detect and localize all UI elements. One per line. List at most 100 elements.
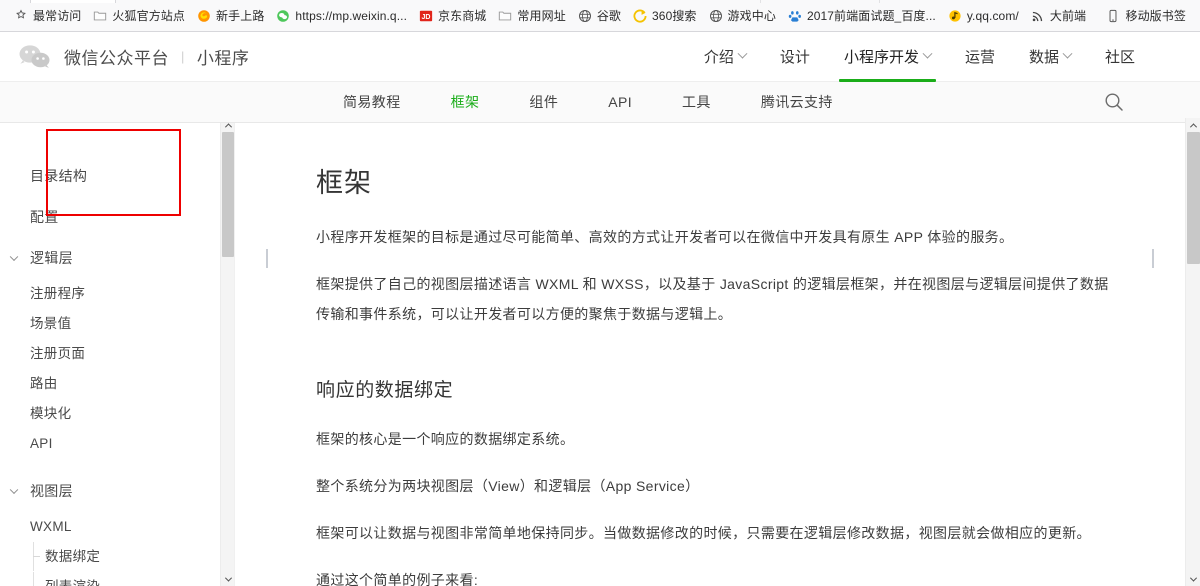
- page-body: 目录结构 配置 逻辑层 注册程序 场景值 注册页面 路由 模块化 API 视图层: [0, 123, 1200, 586]
- bookmark-qq-music[interactable]: y.qq.com/: [942, 4, 1025, 28]
- intro-paragraph-1: 小程序开发框架的目标是通过尽可能简单、高效的方式让开发者可以在微信中开发具有原生…: [316, 222, 1116, 252]
- star-icon: [14, 9, 28, 23]
- chevron-down-icon: [224, 574, 231, 581]
- bookmark-common-sites[interactable]: 常用网址: [492, 4, 571, 28]
- sidebar-item-label: 注册页面: [30, 347, 85, 361]
- globe-icon: [709, 9, 723, 23]
- sidebar-item-label: 视图层: [30, 484, 73, 498]
- sidebar-item-wxml[interactable]: WXML: [0, 512, 234, 541]
- bookmark-label: 移动版书签: [1125, 7, 1186, 24]
- sub-nav-item-api[interactable]: API: [583, 94, 657, 110]
- baidu-icon: [788, 9, 802, 23]
- bookmark-label: 火狐官方站点: [112, 7, 185, 24]
- sub-nav-item-components[interactable]: 组件: [504, 92, 583, 112]
- globe-icon: [578, 9, 592, 23]
- firefox-icon: [197, 9, 211, 23]
- site-header: 微信公众平台 | 小程序 介绍 设计 小程序开发 运营 数据 社区: [0, 32, 1200, 82]
- sub-nav-item-tutorial[interactable]: 简易教程: [318, 92, 426, 112]
- section-title-data-binding: 响应的数据绑定: [316, 375, 1116, 402]
- bookmark-newbie-guide[interactable]: 新手上路: [191, 4, 270, 28]
- bookmark-firefox-official[interactable]: 火狐官方站点: [87, 4, 191, 28]
- doc-article: 框架 小程序开发框架的目标是通过尽可能简单、高效的方式让开发者可以在微信中开发具…: [236, 123, 1186, 586]
- sidebar-item-config[interactable]: 配置: [0, 202, 234, 231]
- sidebar-item-label: 路由: [30, 377, 58, 391]
- sidebar-item-directory-structure[interactable]: 目录结构: [0, 161, 234, 190]
- chevron-left-icon: [266, 249, 268, 268]
- bookmark-label: 新手上路: [216, 7, 264, 24]
- main-nav: 介绍 设计 小程序开发 运营 数据 社区: [687, 32, 1152, 82]
- nav-item-label: 小程序开发: [844, 46, 919, 67]
- bookmark-most-visited[interactable]: 最常访问: [8, 4, 87, 28]
- nav-item-community[interactable]: 社区: [1088, 32, 1152, 82]
- browser-tab-inactive[interactable]: [760, 0, 880, 3]
- brand-name: 微信公众平台: [64, 44, 169, 69]
- sub-nav-item-framework[interactable]: 框架: [426, 92, 505, 112]
- sidebar-item-label: 场景值: [30, 317, 71, 331]
- bookmark-label: 游戏中心: [728, 7, 776, 24]
- sidebar-group-logic-layer[interactable]: 逻辑层: [0, 243, 234, 272]
- nav-item-miniprogram-dev[interactable]: 小程序开发: [827, 32, 948, 82]
- sidebar-item-label: 目录结构: [30, 169, 87, 183]
- sub-nav-item-tencent-cloud[interactable]: 腾讯云支持: [736, 92, 858, 112]
- sidebar-group-view-layer[interactable]: 视图层: [0, 476, 234, 505]
- bookmark-game-center[interactable]: 游戏中心: [703, 4, 782, 28]
- sidebar-item-label: 注册程序: [30, 287, 85, 301]
- sidebar-scroll-thumb[interactable]: [222, 132, 234, 257]
- page-scroll-thumb[interactable]: [1187, 132, 1200, 264]
- nav-item-design[interactable]: 设计: [763, 32, 827, 82]
- sidebar-item-scene-value[interactable]: 场景值: [0, 309, 234, 338]
- prev-page-arrow[interactable]: [266, 251, 292, 277]
- browser-tab-active[interactable]: [30, 0, 116, 3]
- nav-item-data[interactable]: 数据: [1012, 32, 1088, 82]
- page-scroll-up-button[interactable]: [1186, 118, 1200, 132]
- nav-item-operations[interactable]: 运营: [948, 32, 1012, 82]
- sidebar-item-register-app[interactable]: 注册程序: [0, 279, 234, 308]
- bookmark-label: 常用网址: [517, 7, 565, 24]
- bookmark-baidu-interview[interactable]: 2017前端面试题_百度...: [782, 4, 942, 28]
- bookmark-mp-weixin[interactable]: https://mp.weixin.q...: [270, 4, 413, 28]
- sub-nav-item-tools[interactable]: 工具: [657, 92, 736, 112]
- bookmark-google[interactable]: 谷歌: [572, 4, 627, 28]
- brand-separator: |: [181, 49, 185, 64]
- brand[interactable]: 微信公众平台 | 小程序: [18, 43, 249, 71]
- 360-icon: [633, 9, 647, 23]
- section-paragraph-3: 框架可以让数据与视图非常简单地保持同步。当做数据修改的时候，只需要在逻辑层修改数…: [316, 518, 1116, 548]
- bookmark-label: 360搜索: [652, 7, 697, 24]
- qqmusic-icon: [948, 9, 962, 23]
- folder-icon: [93, 9, 107, 23]
- sidebar-item-data-binding[interactable]: 数据绑定: [0, 542, 234, 571]
- sidebar-item-register-page[interactable]: 注册页面: [0, 339, 234, 368]
- rss-icon: [1031, 9, 1045, 23]
- sidebar-item-label: 逻辑层: [30, 251, 73, 265]
- scroll-up-button[interactable]: [221, 123, 235, 132]
- next-page-arrow[interactable]: [1152, 251, 1178, 277]
- bookmark-jd-mall[interactable]: JD 京东商城: [413, 4, 492, 28]
- bookmark-daqianduan[interactable]: 大前端: [1025, 4, 1092, 28]
- chevron-down-icon: [1190, 574, 1197, 581]
- sidebar-item-list-rendering[interactable]: 列表渲染: [0, 572, 234, 586]
- product-name: 小程序: [197, 44, 250, 69]
- sidebar-item-label: 列表渲染: [45, 580, 100, 586]
- wechat-logo: [18, 43, 52, 71]
- nav-item-label: 数据: [1029, 46, 1059, 67]
- page-scrollbar[interactable]: [1185, 118, 1200, 586]
- bookmark-360-search[interactable]: 360搜索: [627, 4, 703, 28]
- browser-bookmarks-bar: 最常访问 火狐官方站点 新手上路 https://mp.weixin.q... …: [0, 0, 1200, 32]
- chevron-up-icon: [1190, 123, 1197, 130]
- sidebar-item-modularization[interactable]: 模块化: [0, 399, 234, 428]
- scroll-down-button[interactable]: [221, 572, 235, 586]
- sidebar-scrollbar[interactable]: [220, 123, 234, 586]
- bookmark-label: 大前端: [1050, 7, 1086, 24]
- bookmark-mobile-bookmarks[interactable]: 移动版书签: [1100, 4, 1192, 28]
- chevron-down-icon: [923, 49, 933, 59]
- sidebar-item-routing[interactable]: 路由: [0, 369, 234, 398]
- wechat-icon: [276, 9, 290, 23]
- sidebar-item-label: 配置: [30, 210, 59, 224]
- chevron-down-icon: [10, 485, 18, 493]
- chevron-down-icon: [1063, 49, 1073, 59]
- nav-item-intro[interactable]: 介绍: [687, 32, 763, 82]
- page-scroll-down-button[interactable]: [1186, 572, 1200, 586]
- search-icon[interactable]: [1103, 91, 1125, 113]
- sidebar-item-api[interactable]: API: [0, 429, 234, 458]
- bookmark-label: 京东商城: [438, 7, 486, 24]
